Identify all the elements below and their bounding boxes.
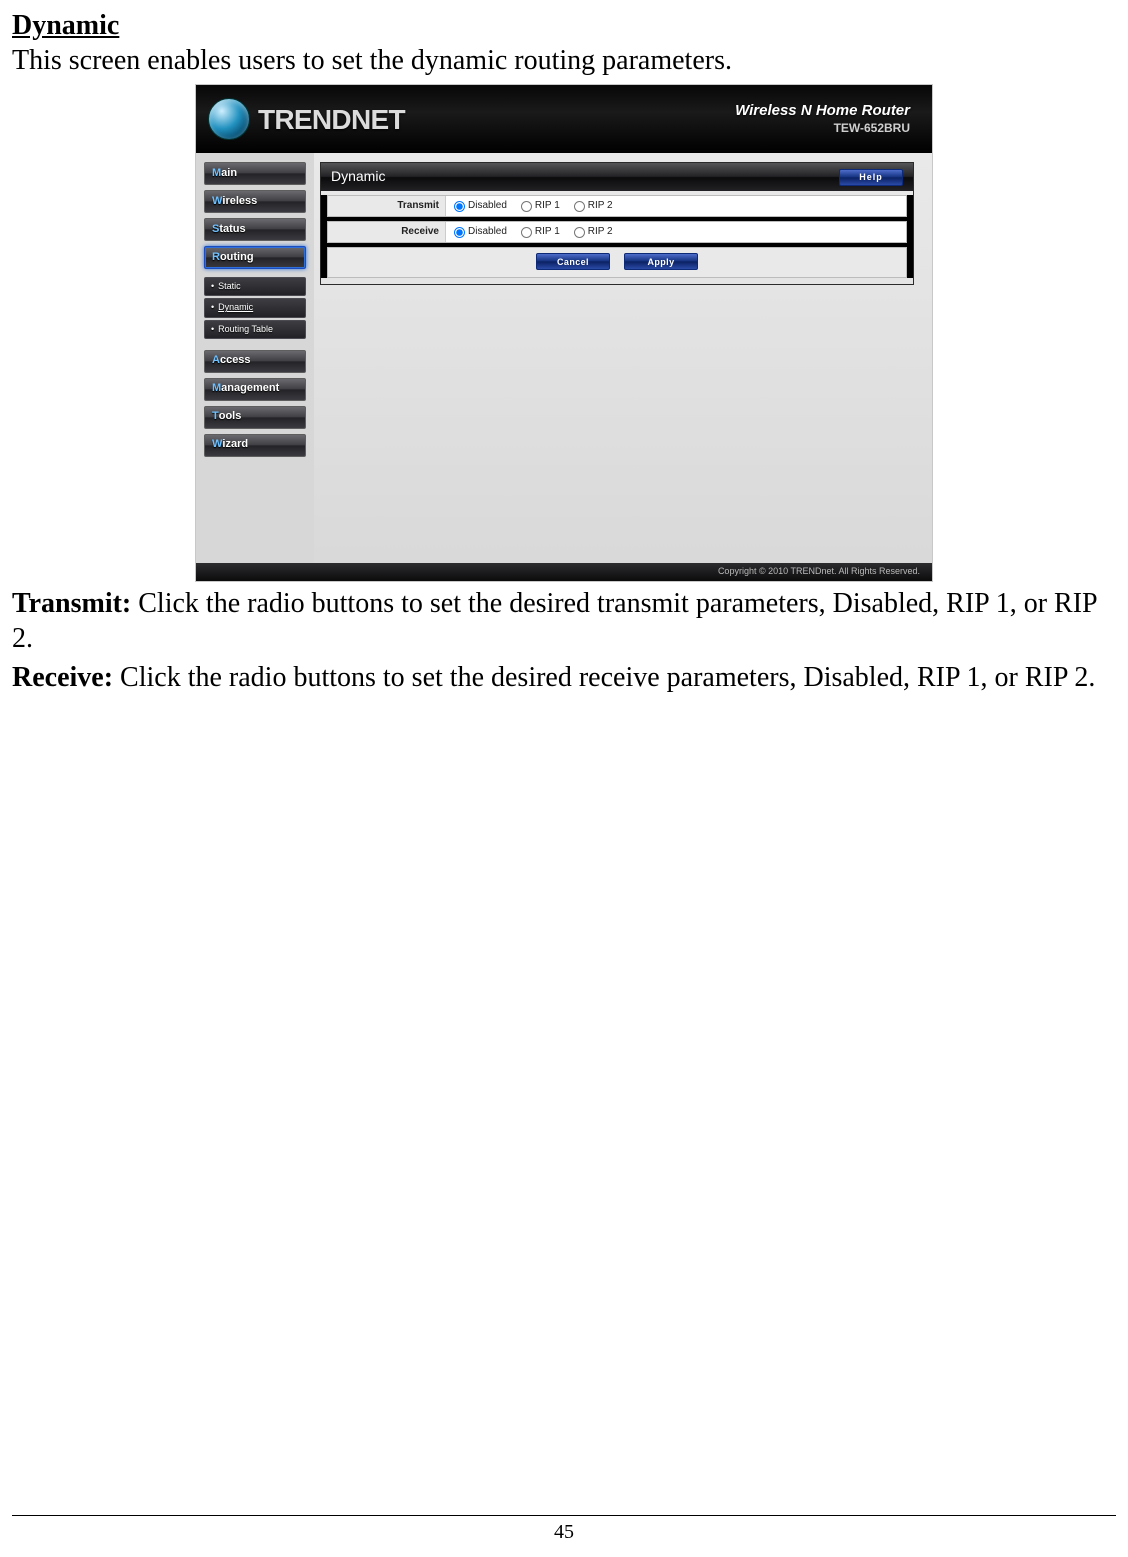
transmit-rip2[interactable]: RIP 2 <box>574 200 613 213</box>
brand-logo: TRENDNET <box>208 98 405 140</box>
cancel-button[interactable]: Cancel <box>536 253 610 270</box>
help-button[interactable]: Help <box>839 169 903 186</box>
nav-routing[interactable]: Routing <box>204 246 306 269</box>
section-heading: Dynamic <box>12 8 1116 43</box>
desc-transmit: Transmit: Click the radio buttons to set… <box>12 586 1116 656</box>
ui-footer: Copyright © 2010 TRENDnet. All Rights Re… <box>196 563 932 581</box>
nav-routing-submenu: •Static •Dynamic •Routing Table <box>204 274 306 345</box>
screenshot-container: TRENDNET Wireless N Home Router TEW-652B… <box>12 84 1116 582</box>
transmit-label: Transmit <box>328 196 446 216</box>
transmit-disabled[interactable]: Disabled <box>454 200 507 213</box>
transmit-row: Transmit Disabled RIP 1 RIP 2 <box>327 195 907 217</box>
nav-main[interactable]: MMain/*placeholder*/ain <box>204 162 306 185</box>
receive-disabled[interactable]: Disabled <box>454 226 507 239</box>
receive-options: Disabled RIP 1 RIP 2 <box>446 226 900 239</box>
nav-management[interactable]: Management <box>204 378 306 401</box>
transmit-rip1[interactable]: RIP 1 <box>521 200 560 213</box>
router-identity: Wireless N Home Router TEW-652BRU <box>735 102 910 136</box>
nav-tools[interactable]: Tools <box>204 406 306 429</box>
receive-rip2[interactable]: RIP 2 <box>574 226 613 239</box>
panel-title: Dynamic <box>331 168 385 186</box>
nav-wireless[interactable]: Wireless <box>204 190 306 213</box>
router-title: Wireless N Home Router <box>735 102 910 121</box>
panel-body: Transmit Disabled RIP 1 RIP 2 Receive <box>321 195 913 278</box>
section-intro: This screen enables users to set the dyn… <box>12 43 1116 78</box>
receive-row: Receive Disabled RIP 1 RIP 2 <box>327 221 907 243</box>
nav-status[interactable]: Status <box>204 218 306 241</box>
logo-text: TRENDNET <box>258 102 405 137</box>
transmit-options: Disabled RIP 1 RIP 2 <box>446 200 900 213</box>
subnav-dynamic[interactable]: •Dynamic <box>204 298 306 317</box>
subnav-routing-table[interactable]: •Routing Table <box>204 320 306 339</box>
router-model: TEW-652BRU <box>735 121 910 136</box>
nav-wizard[interactable]: Wizard <box>204 434 306 457</box>
page-divider <box>12 1515 1116 1516</box>
apply-button[interactable]: Apply <box>624 253 698 270</box>
panel-dynamic: Dynamic Help Transmit Disabled RIP 1 RIP… <box>320 162 914 285</box>
page-number: 45 <box>12 1520 1116 1545</box>
receive-term: Receive: <box>12 662 113 693</box>
ui-header: TRENDNET Wireless N Home Router TEW-652B… <box>196 85 932 153</box>
router-ui: TRENDNET Wireless N Home Router TEW-652B… <box>195 84 933 582</box>
desc-receive: Receive: Click the radio buttons to set … <box>12 660 1116 695</box>
transmit-text: Click the radio buttons to set the desir… <box>12 588 1097 654</box>
receive-rip1[interactable]: RIP 1 <box>521 226 560 239</box>
sidebar: MMain/*placeholder*/ain Wireless Status … <box>196 153 314 567</box>
panel-title-bar: Dynamic Help <box>321 163 913 191</box>
content-area: Dynamic Help Transmit Disabled RIP 1 RIP… <box>314 153 932 567</box>
receive-label: Receive <box>328 222 446 242</box>
receive-text: Click the radio buttons to set the desir… <box>113 662 1095 693</box>
action-row: Cancel Apply <box>327 247 907 278</box>
subnav-static[interactable]: •Static <box>204 277 306 296</box>
transmit-term: Transmit: <box>12 588 131 619</box>
nav-access[interactable]: Access <box>204 350 306 373</box>
logo-icon <box>208 98 250 140</box>
